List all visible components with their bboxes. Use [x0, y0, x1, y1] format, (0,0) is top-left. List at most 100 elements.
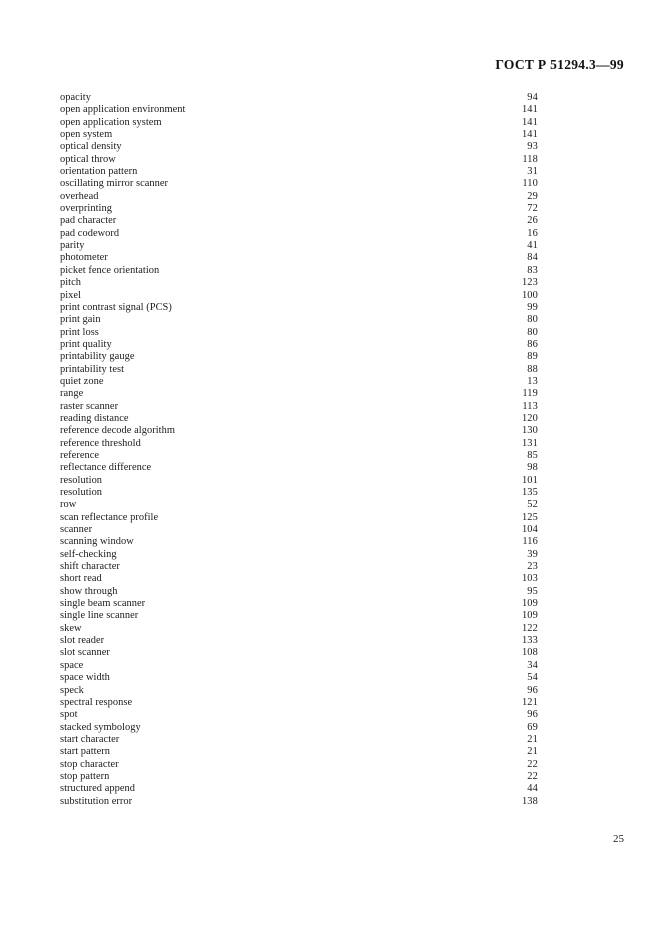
- index-entry-term: stop pattern: [60, 770, 110, 782]
- index-entry-row: show through 95: [60, 586, 538, 598]
- index-entry-row: scan reflectance profile 125: [60, 512, 538, 524]
- index-entry-term: open application system: [60, 116, 162, 128]
- index-entry-row: opacity 94: [60, 92, 538, 104]
- index-entry-term: scan reflectance profile: [60, 511, 159, 523]
- index-entry-row: reading distance 120: [60, 413, 538, 425]
- index-entry-page-number: 89: [527, 351, 538, 363]
- index-entry-page-number: 22: [527, 758, 538, 770]
- index-entry-row: printability gauge 89: [60, 351, 538, 363]
- index-entry-term: print contrast signal (PCS): [60, 301, 172, 313]
- index-entry-page-number: 31: [527, 166, 538, 178]
- index-entry-term: substitution error: [60, 795, 133, 807]
- index-entry-page-number: 96: [527, 684, 538, 696]
- index-entry-term: start pattern: [60, 746, 110, 758]
- alphabetical-index-list: opacity 94 open application environment 141…: [60, 92, 538, 808]
- index-entry-row: spot 96: [60, 709, 538, 721]
- index-entry-row: open system 141: [60, 129, 538, 141]
- index-entry-page-number: 96: [527, 709, 538, 721]
- index-entry-row: orientation pattern 31: [60, 166, 538, 178]
- index-entry-term: printability test: [60, 363, 125, 375]
- index-entry-term: orientation pattern: [60, 166, 138, 178]
- index-entry-page-number: 94: [527, 92, 538, 103]
- index-entry-term: show through: [60, 585, 118, 597]
- index-entry-page-number: 123: [521, 277, 538, 289]
- index-entry-page-number: 29: [527, 190, 538, 202]
- index-entry-term: oscillating mirror scanner: [60, 178, 169, 190]
- index-entry-page-number: 93: [527, 141, 538, 153]
- index-entry-page-number: 141: [521, 116, 538, 128]
- index-entry-row: raster scanner 113: [60, 401, 538, 413]
- index-entry-page-number: 104: [521, 524, 538, 536]
- index-entry-row: overprinting 72: [60, 203, 538, 215]
- index-entry-term: spectral response: [60, 696, 133, 708]
- index-entry-row: reference 85: [60, 450, 538, 462]
- index-entry-page-number: 21: [527, 733, 538, 745]
- index-entry-row: overhead 29: [60, 191, 538, 203]
- index-entry-term: single beam scanner: [60, 598, 146, 610]
- index-entry-term: reflectance difference: [60, 462, 152, 474]
- index-entry-row: spectral response 121: [60, 697, 538, 709]
- index-entry-term: optical throw: [60, 153, 116, 165]
- index-entry-term: resolution: [60, 487, 103, 498]
- index-entry-term: short read: [60, 573, 102, 585]
- index-entry-page-number: 95: [527, 585, 538, 597]
- index-entry-term: scanner: [60, 524, 93, 536]
- index-entry-row: shift character 23: [60, 561, 538, 573]
- index-entry-term: parity: [60, 240, 85, 252]
- page-number-folio: 25: [613, 833, 624, 845]
- index-entry-page-number: 110: [522, 178, 538, 190]
- index-entry-row: scanner 104: [60, 524, 538, 536]
- index-entry-term: single line scanner: [60, 610, 139, 622]
- index-entry-page-number: 85: [527, 449, 538, 461]
- index-entry-term: scanning window: [60, 536, 134, 548]
- index-entry-term: slot scanner: [60, 647, 110, 659]
- index-entry-row: stop pattern 22: [60, 771, 538, 783]
- index-entry-term: overhead: [60, 190, 99, 202]
- index-entry-page-number: 121: [521, 696, 538, 708]
- index-entry-term: stop character: [60, 758, 119, 770]
- index-entry-page-number: 80: [527, 314, 538, 326]
- index-entry-term: pixel: [60, 289, 82, 301]
- index-entry-term: stacked symbology: [60, 721, 141, 733]
- index-entry-page-number: 141: [521, 129, 538, 141]
- index-entry-page-number: 130: [521, 425, 538, 437]
- index-entry-page-number: 34: [527, 659, 538, 671]
- index-entry-term: reference decode algorithm: [60, 425, 175, 437]
- index-entry-row: open application system 141: [60, 117, 538, 129]
- index-entry-page-number: 16: [527, 227, 538, 239]
- index-entry-term: range: [60, 388, 84, 400]
- index-entry-row: pad character 26: [60, 215, 538, 227]
- index-entry-term: spot: [60, 709, 78, 721]
- index-entry-row: single beam scanner 109: [60, 598, 538, 610]
- index-entry-row: pixel 100: [60, 290, 538, 302]
- index-entry-page-number: 135: [521, 487, 538, 498]
- index-entry-page-number: 122: [521, 622, 538, 634]
- index-entry-term: reference threshold: [60, 437, 141, 449]
- index-entry-term: overprinting: [60, 203, 112, 215]
- index-entry-page-number: 98: [527, 462, 538, 474]
- index-entry-term: open system: [60, 129, 113, 141]
- index-entry-term: print gain: [60, 314, 101, 326]
- index-entry-page-number: 72: [527, 203, 538, 215]
- index-entry-term: photometer: [60, 252, 108, 264]
- index-entry-page-number: 120: [521, 412, 538, 424]
- index-entry-row: speck 96: [60, 685, 538, 697]
- index-entry-row: start pattern 21: [60, 746, 538, 758]
- index-entry-row: start character 21: [60, 734, 538, 746]
- index-entry-row: optical throw 118: [60, 154, 538, 166]
- index-entry-page-number: 88: [527, 363, 538, 375]
- document-page: ГОСТ Р 51294.3—99 opacity 94 open applicat…: [0, 0, 661, 935]
- index-entry-page-number: 131: [521, 437, 538, 449]
- index-entry-row: row 52: [60, 499, 538, 511]
- index-entry-row: space width 54: [60, 672, 538, 684]
- index-entry-row: resolution 101: [60, 475, 538, 487]
- index-entry-page-number: 80: [527, 326, 538, 338]
- index-entry-page-number: 99: [527, 301, 538, 313]
- index-entry-term: space width: [60, 672, 110, 684]
- index-entry-term: optical density: [60, 141, 122, 153]
- index-entry-row: slot reader 133: [60, 635, 538, 647]
- index-entry-row: reference decode algorithm 130: [60, 425, 538, 437]
- index-entry-page-number: 13: [527, 375, 538, 387]
- index-entry-term: structured append: [60, 783, 135, 795]
- index-entry-page-number: 109: [521, 598, 538, 610]
